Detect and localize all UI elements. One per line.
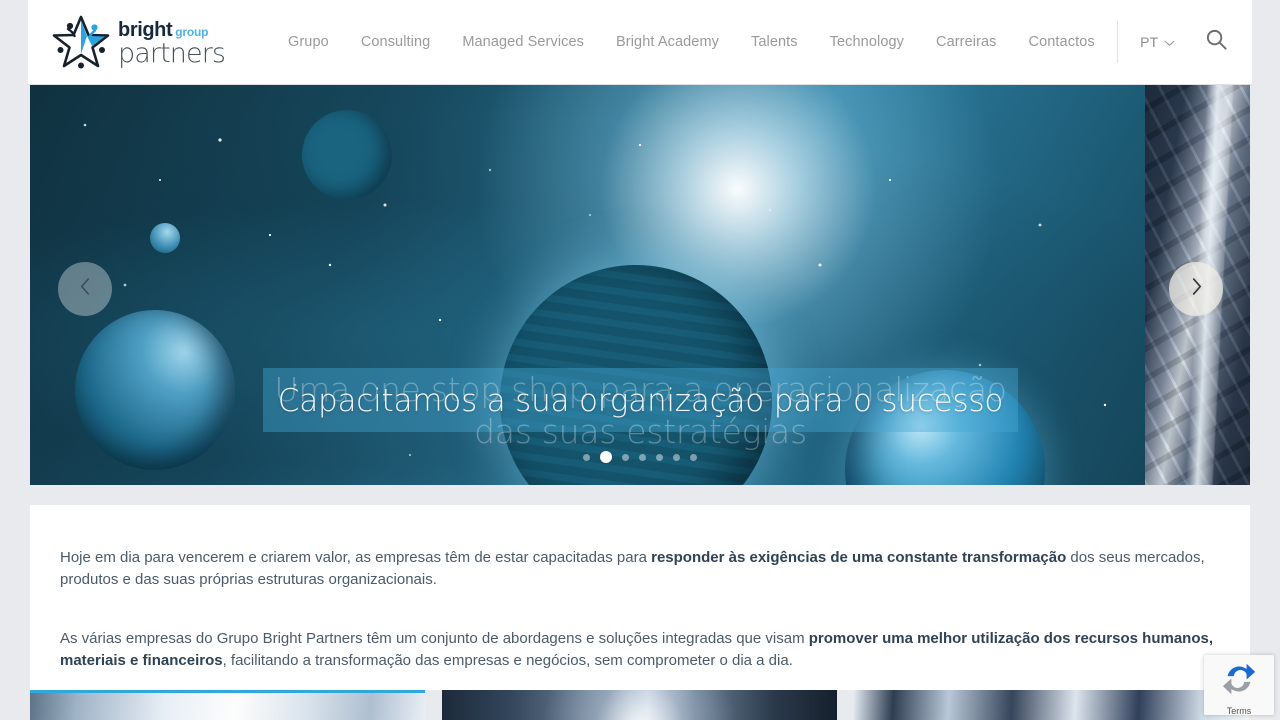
intro-p1-part1: Hoje em dia para vencerem e criarem valo… xyxy=(60,549,652,566)
card-people[interactable] xyxy=(30,690,425,720)
intro-p2-part1: As várias empresas do Grupo Bright Partn… xyxy=(60,630,809,647)
hero-dot-6[interactable] xyxy=(673,453,680,461)
hero-pagination-dots xyxy=(30,451,1250,463)
intro-paragraph-1: Hoje em dia para vencerem e criarem valo… xyxy=(60,505,1220,591)
intro-paragraph-2: As várias empresas do Grupo Bright Partn… xyxy=(60,591,1220,672)
logo-wordmark: bright group partners xyxy=(118,18,226,69)
recaptcha-terms-link[interactable]: Terms xyxy=(1227,706,1252,715)
hero-planet-top xyxy=(302,110,392,200)
hero-prev-button[interactable] xyxy=(58,262,112,316)
nav-item-consulting[interactable]: Consulting xyxy=(345,0,447,84)
recaptcha-badge[interactable]: Terms xyxy=(1204,655,1274,715)
language-selector[interactable]: PT xyxy=(1140,34,1175,50)
star-people-logo-icon xyxy=(50,13,112,71)
search-button[interactable] xyxy=(1205,28,1228,56)
hero-dot-5[interactable] xyxy=(656,453,663,461)
hero-dot-1[interactable] xyxy=(583,453,590,461)
business-suits-image xyxy=(854,690,1249,720)
intro-p2-part3: , facilitando a transformação das empres… xyxy=(222,652,793,669)
site-logo[interactable]: bright group partners xyxy=(50,11,240,73)
hero-planet-tiny xyxy=(150,223,180,253)
site-header: bright group partners Grupo Consulting M… xyxy=(28,0,1252,84)
chevron-right-icon xyxy=(1190,277,1203,301)
nav-item-bright-academy[interactable]: Bright Academy xyxy=(600,0,735,84)
nav-item-talents[interactable]: Talents xyxy=(735,0,814,84)
card-suits[interactable] xyxy=(854,690,1249,720)
logo-line-bright: bright group xyxy=(118,20,225,40)
hero-slider: Uma one stop shop para a operacionalizaç… xyxy=(30,85,1250,485)
intro-p1-bold: responder às exigências de uma constante… xyxy=(651,549,1067,566)
nav-item-carreiras[interactable]: Carreiras xyxy=(920,0,1013,84)
hero-dot-2[interactable] xyxy=(600,451,612,463)
nav-item-contactos[interactable]: Contactos xyxy=(1013,0,1111,84)
page-root: bright group partners Grupo Consulting M… xyxy=(0,0,1280,720)
gears-technology-image xyxy=(442,690,837,720)
logo-text-partners: partners xyxy=(118,37,226,69)
logo-text-group: group xyxy=(175,24,209,39)
people-meeting-image xyxy=(30,693,425,720)
hero-next-button[interactable] xyxy=(1169,262,1223,316)
search-icon xyxy=(1205,28,1228,56)
chevron-down-icon xyxy=(1164,34,1175,50)
nav-item-grupo[interactable]: Grupo xyxy=(272,0,345,84)
hero-dot-4[interactable] xyxy=(639,453,646,461)
language-label: PT xyxy=(1140,34,1158,50)
nav-item-technology[interactable]: Technology xyxy=(814,0,920,84)
hero-planet-left xyxy=(75,310,235,470)
nav-item-managed-services[interactable]: Managed Services xyxy=(446,0,600,84)
intro-section: Hoje em dia para vencerem e criarem valo… xyxy=(30,505,1250,690)
chevron-left-icon xyxy=(79,277,92,301)
recaptcha-icon xyxy=(1220,660,1258,703)
feature-cards xyxy=(30,690,1250,720)
logo-text-bright: bright xyxy=(118,18,173,41)
hero-caption-active: Capacitamos a sua organização para o suc… xyxy=(277,383,1004,419)
hero-dot-3[interactable] xyxy=(622,453,629,461)
card-gears[interactable] xyxy=(442,690,837,720)
header-utilities: PT xyxy=(1117,21,1252,63)
hero-dot-7[interactable] xyxy=(690,453,697,461)
main-navigation: Grupo Consulting Managed Services Bright… xyxy=(272,0,1111,84)
